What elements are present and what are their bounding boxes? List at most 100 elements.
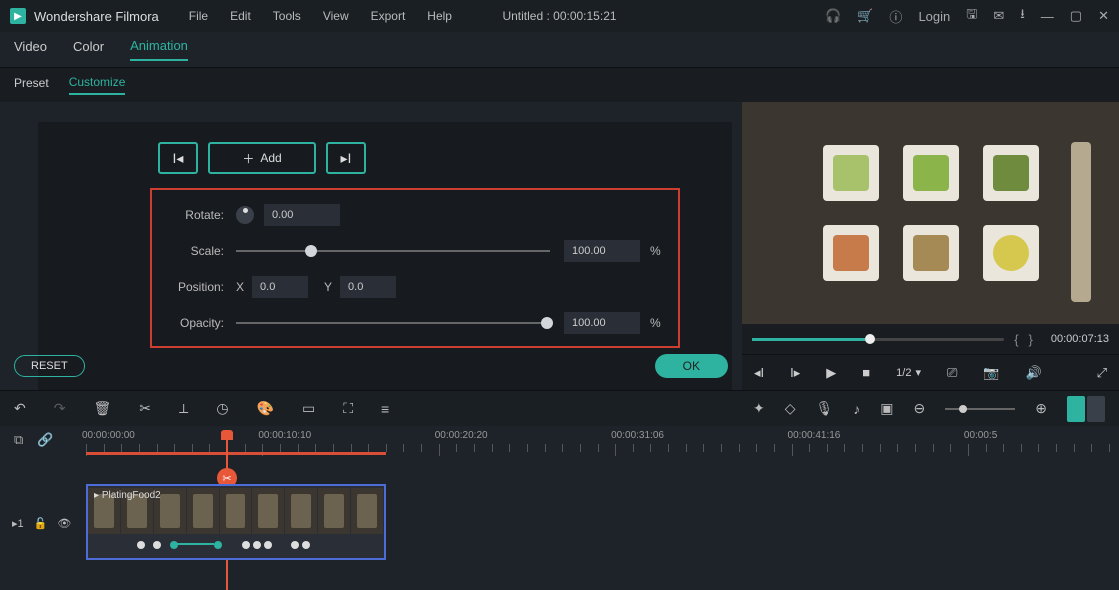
zoom-in-icon[interactable]: ⊕ (1035, 400, 1047, 417)
timeline-stack-icon[interactable]: ⧉ (14, 432, 23, 448)
track-badge: ▸1 (12, 517, 24, 530)
stop-button[interactable]: ■ (862, 365, 870, 380)
chevron-down-icon: ▾ (915, 366, 921, 379)
reset-button[interactable]: RESET (14, 355, 85, 377)
app-logo-icon: ▶ (10, 8, 26, 24)
animation-subtabs: Preset Customize (0, 68, 1119, 102)
track-visibility-icon[interactable]: 👁 (57, 517, 71, 530)
titlebar: ▶ Wondershare Filmora File Edit Tools Vi… (0, 0, 1119, 32)
support-icon[interactable]: 🎧 (825, 8, 841, 24)
menu-file[interactable]: File (189, 9, 208, 23)
opacity-slider[interactable] (236, 322, 550, 324)
settings-icon[interactable]: ≡ (381, 401, 389, 417)
pos-x-input[interactable] (252, 276, 308, 298)
download-icon[interactable]: ⭳ (1020, 5, 1025, 27)
timeline-view-a[interactable] (1067, 396, 1085, 422)
opacity-unit: % (650, 316, 662, 330)
timeline-view-b[interactable] (1087, 396, 1105, 422)
timeline-link-icon[interactable]: 🔗 (37, 432, 53, 448)
tab-animation[interactable]: Animation (130, 38, 188, 61)
speed-icon[interactable]: ◷ (216, 400, 228, 417)
menu-view[interactable]: View (323, 9, 349, 23)
zoom-out-icon[interactable]: ⊖ (914, 400, 926, 417)
next-keyframe-button[interactable]: ▸I (326, 142, 366, 174)
customize-panel: I◂ ＋ Add ▸I Rotate: Scale: % (0, 102, 742, 390)
info-icon[interactable]: ⓘ (889, 7, 902, 26)
menu-edit[interactable]: Edit (230, 9, 251, 23)
crop-icon[interactable]: ⟂ (179, 400, 188, 417)
property-tabs: Video Color Animation (0, 32, 1119, 68)
in-out-range (86, 452, 386, 455)
pip-icon[interactable]: ▣ (880, 400, 893, 417)
document-title: Untitled : 00:00:15:21 (502, 9, 616, 23)
menu-export[interactable]: Export (371, 9, 406, 23)
track-lock-icon[interactable]: 🔓 (34, 517, 48, 530)
snapshot-icon[interactable]: 📷 (983, 365, 999, 381)
fullscreen-icon[interactable]: ⤢ (1097, 365, 1107, 381)
window-minimize-icon[interactable]: — (1041, 9, 1054, 24)
tab-video[interactable]: Video (14, 39, 47, 60)
clip-title: ▸ PlatingFood2 (94, 490, 161, 501)
play-pause-button[interactable]: I▸ (790, 365, 800, 381)
ok-button[interactable]: OK (655, 354, 728, 378)
rotate-label: Rotate: (168, 208, 224, 222)
timeline-clip[interactable]: ▸ PlatingFood2 (86, 484, 386, 560)
color-icon[interactable]: 🎨 (257, 400, 274, 417)
pos-y-label: Y (324, 280, 332, 294)
display-icon[interactable]: ⎚ (947, 365, 957, 381)
scale-unit: % (650, 244, 662, 258)
scale-slider[interactable] (236, 250, 550, 252)
rotate-dial[interactable] (236, 206, 254, 224)
timeline-toolbar: ↶ ↷ 🗑 ✂ ⟂ ◷ 🎨 ▭ ⛶ ≡ ✦ ◇ 🎙 ♪ ▣ ⊖ ⊕ (0, 390, 1119, 426)
preview-zoom-select[interactable]: 1/2 ▾ (896, 366, 921, 379)
audio-mix-icon[interactable]: ♪ (853, 401, 860, 417)
app-title: Wondershare Filmora (34, 9, 159, 24)
opacity-input[interactable] (564, 312, 640, 334)
window-close-icon[interactable]: ✕ (1098, 8, 1109, 24)
save-icon[interactable]: 🖫 (966, 5, 977, 27)
menu-tools[interactable]: Tools (273, 9, 301, 23)
timeline-zoom-slider[interactable] (945, 408, 1015, 410)
greenscreen-icon[interactable]: ▭ (302, 400, 315, 417)
preview-timecode: 00:00:07:13 (1051, 333, 1109, 345)
cart-icon[interactable]: 🛒 (857, 8, 873, 24)
redo-icon[interactable]: ↷ (54, 400, 66, 417)
position-label: Position: (168, 280, 224, 294)
pos-y-input[interactable] (340, 276, 396, 298)
expand-icon[interactable]: ⛶ (343, 400, 353, 417)
rotate-input[interactable] (264, 204, 340, 226)
preview-panel: { } 00:00:07:13 ◂I I▸ ▶ ■ 1/2 ▾ ⎚ 📷 🔊 ⤢ (742, 102, 1119, 390)
render-icon[interactable]: ✦ (753, 400, 765, 417)
login-link[interactable]: Login (918, 9, 950, 24)
prev-keyframe-button[interactable]: I◂ (158, 142, 198, 174)
mark-in-icon[interactable]: { (1014, 332, 1018, 347)
subtab-customize[interactable]: Customize (69, 75, 126, 95)
undo-icon[interactable]: ↶ (14, 400, 26, 417)
cut-icon[interactable]: ✂ (139, 400, 151, 417)
grater-prop (1071, 142, 1091, 302)
marker-icon[interactable]: ◇ (785, 400, 796, 417)
tab-color[interactable]: Color (73, 39, 104, 60)
prev-frame-button[interactable]: ◂I (754, 365, 764, 381)
preview-scrubber[interactable] (752, 338, 1004, 341)
pos-x-label: X (236, 280, 244, 294)
volume-icon[interactable]: 🔊 (1026, 365, 1042, 381)
keyframe-lane[interactable] (98, 538, 374, 552)
transform-properties: Rotate: Scale: % Position: X Y (150, 188, 680, 348)
play-button[interactable]: ▶ (826, 365, 836, 381)
add-label: Add (260, 151, 281, 165)
delete-icon[interactable]: 🗑 (93, 400, 111, 417)
window-maximize-icon[interactable]: ▢ (1070, 8, 1082, 24)
mark-out-icon[interactable]: } (1029, 332, 1033, 347)
subtab-preset[interactable]: Preset (14, 76, 49, 94)
timeline: ⧉ 🔗 00:00:00:0000:00:10:1000:00:20:2000:… (0, 426, 1119, 590)
voiceover-icon[interactable]: 🎙 (816, 400, 834, 417)
scale-input[interactable] (564, 240, 640, 262)
mail-icon[interactable]: ✉ (993, 8, 1004, 24)
main-menu: File Edit Tools View Export Help (189, 9, 452, 23)
add-keyframe-button[interactable]: ＋ Add (208, 142, 316, 174)
video-preview (742, 102, 1119, 324)
plus-icon: ＋ (242, 150, 254, 167)
menu-help[interactable]: Help (427, 9, 452, 23)
opacity-label: Opacity: (168, 316, 224, 330)
